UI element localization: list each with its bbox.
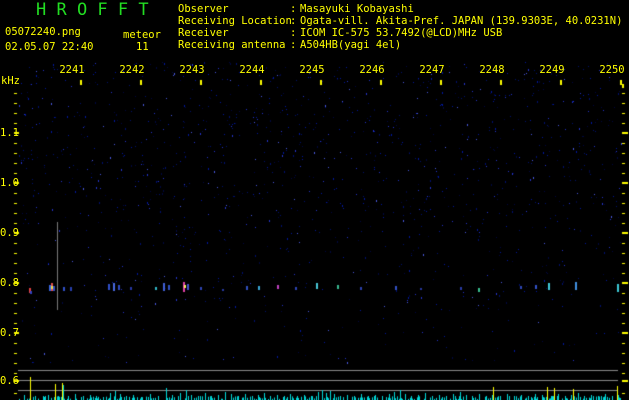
- info-row-antenna: Receiving antenna: A504HB(yagi 4el): [178, 39, 622, 51]
- time-tick-label: 2241: [59, 64, 85, 76]
- info-separator: :: [290, 15, 297, 27]
- time-tick-label: 2246: [359, 64, 385, 76]
- info-value: Ogata-vill. Akita-Pref. JAPAN (139.9303E…: [300, 15, 623, 27]
- spectrogram-canvas: [0, 0, 629, 400]
- time-tick-label: 2242: [119, 64, 145, 76]
- info-row-observer: Observer: Masayuki Kobayashi: [178, 3, 622, 15]
- info-label: Receiver: [178, 27, 229, 39]
- output-filename: 05072240.png: [5, 26, 81, 38]
- station-info-block: Observer: Masayuki Kobayashi Receiving Lo…: [178, 3, 622, 51]
- observation-datetime: 02.05.07 22:40: [5, 41, 94, 53]
- time-tick-label: 2245: [299, 64, 325, 76]
- freq-tick-label: 0.6: [0, 375, 19, 387]
- time-tick-label: 2250: [599, 64, 625, 76]
- info-separator: :: [290, 39, 297, 51]
- app-title: H R O F F T: [36, 0, 149, 20]
- freq-tick-label: 1.1: [0, 127, 19, 139]
- info-row-receiver: Receiver: ICOM IC-575 53.7492(@LCD)MHz US…: [178, 27, 622, 39]
- time-tick-label: 2249: [539, 64, 565, 76]
- time-tick-label: 2243: [179, 64, 205, 76]
- freq-tick-label: 1.0: [0, 177, 19, 189]
- info-value: Masayuki Kobayashi: [300, 3, 414, 15]
- time-tick-label: 2247: [419, 64, 445, 76]
- info-value: ICOM IC-575 53.7492(@LCD)MHz USB: [300, 27, 503, 39]
- observation-mode-label: meteor: [123, 29, 161, 41]
- info-label: Observer: [178, 3, 229, 15]
- info-separator: :: [290, 3, 297, 15]
- meteor-count: 11: [136, 41, 149, 53]
- time-tick-label: 2244: [239, 64, 265, 76]
- freq-tick-label: 0.8: [0, 277, 19, 289]
- y-axis-unit-label: kHz: [1, 75, 20, 87]
- info-label: Receiving Location: [178, 15, 292, 27]
- freq-tick-label: 0.9: [0, 227, 19, 239]
- info-value: A504HB(yagi 4el): [300, 39, 402, 51]
- time-tick-label: 2248: [479, 64, 505, 76]
- info-separator: :: [290, 27, 297, 39]
- info-row-location: Receiving Location: Ogata-vill. Akita-Pre…: [178, 15, 622, 27]
- freq-tick-label: 0.7: [0, 327, 19, 339]
- info-label: Receiving antenna: [178, 39, 286, 51]
- hrofft-screenshot: H R O F F T 05072240.png meteor 02.05.07…: [0, 0, 629, 400]
